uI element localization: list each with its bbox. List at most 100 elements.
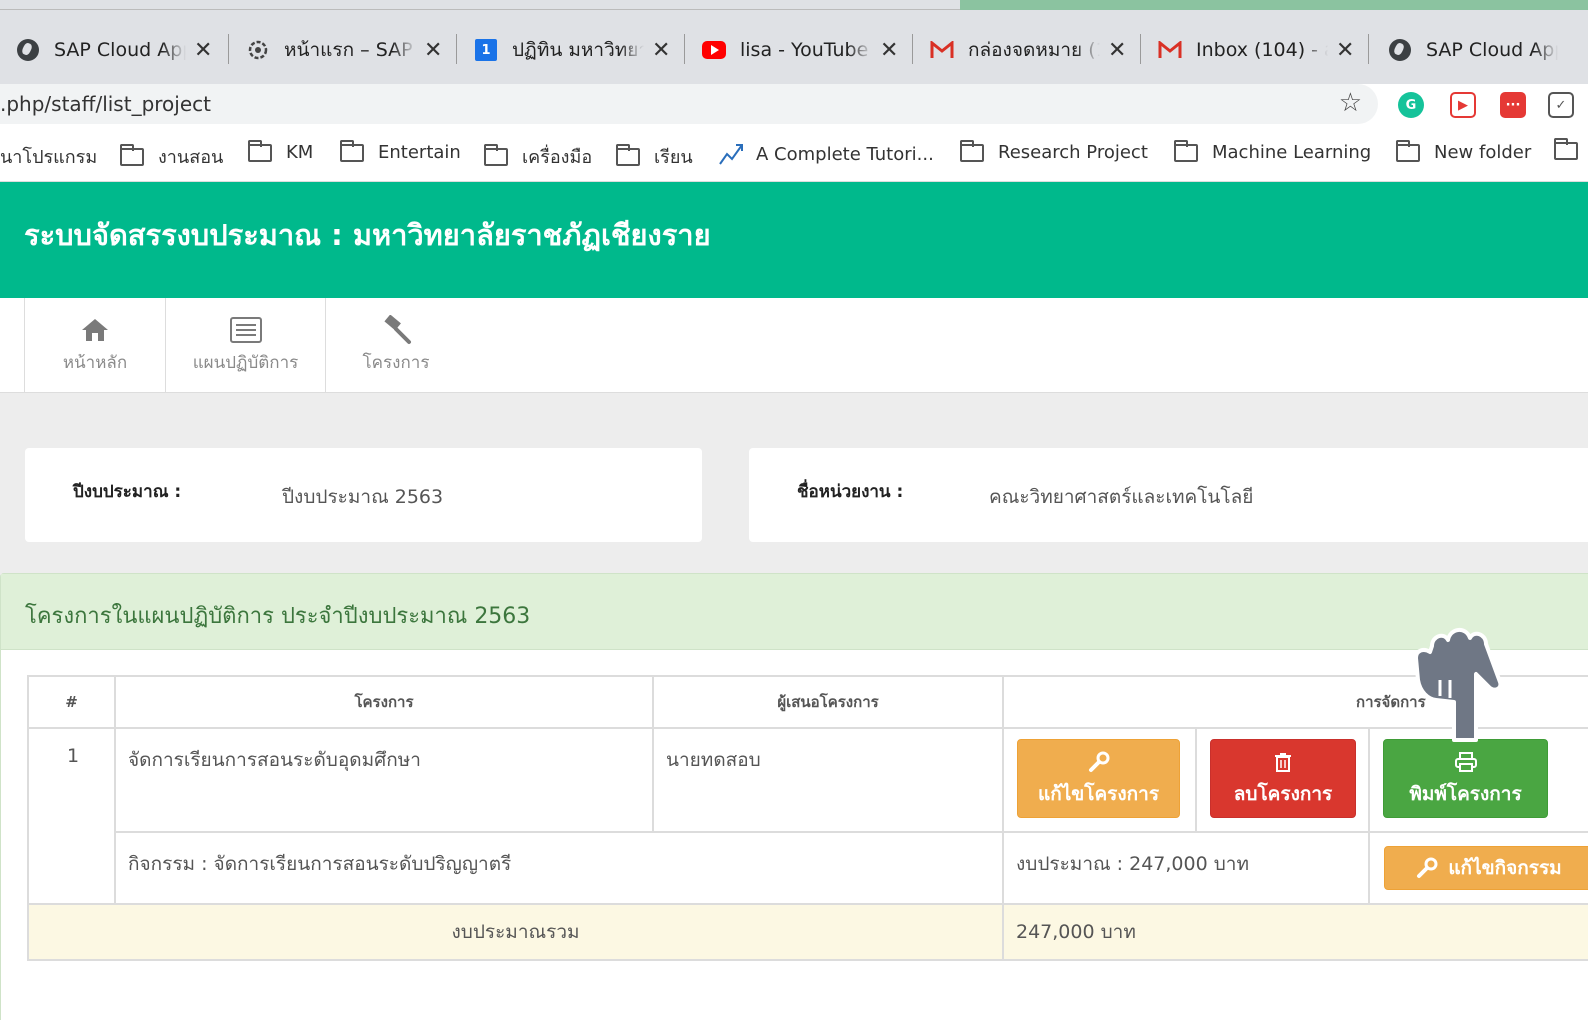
globe-icon <box>16 38 40 62</box>
browser-tab-youtube[interactable]: lisa - YouTube ✕ <box>702 26 898 74</box>
bookmark-folder[interactable]: Entertain <box>340 139 461 163</box>
bookmark-label: Research Project <box>998 142 1148 163</box>
print-project-label: พิมพ์โครงการ <box>1409 782 1522 805</box>
browser-tab-sap-home[interactable]: หน้าแรก – SAP HANA ✕ <box>246 26 442 74</box>
media-extension-icon[interactable]: ▶ <box>1450 92 1476 118</box>
column-header-number: # <box>27 675 116 729</box>
tab-label: SAP Cloud App <box>1426 39 1558 61</box>
gmail-icon <box>930 38 954 62</box>
grammarly-extension-icon[interactable]: G <box>1398 92 1424 118</box>
panel-header: โครงการในแผนปฏิบัติการ ประจำปีงบประมาณ 2… <box>1 574 1588 650</box>
trash-icon <box>1274 749 1292 775</box>
delete-project-button[interactable]: ลบโครงการ <box>1210 739 1356 818</box>
print-project-button[interactable]: พิมพ์โครงการ <box>1383 739 1548 818</box>
bookmark-folder[interactable]: New folder <box>1396 139 1532 163</box>
tab-label: ปฏิทิน มหาวิทยาลัย <box>512 39 644 61</box>
browser-tab-sap-cloud-2[interactable]: SAP Cloud App <box>1388 26 1558 74</box>
bookmark-folder[interactable]: งานสอน <box>120 142 223 171</box>
browser-tab-gmail-th[interactable]: กล่องจดหมาย (1 ✕ <box>930 26 1126 74</box>
pointer-hand-cursor <box>1410 622 1510 747</box>
tab-close-icon[interactable]: ✕ <box>1336 38 1354 63</box>
browser-tab-calendar[interactable]: 1 ปฏิทิน มหาวิทยาลัย ✕ <box>474 26 670 74</box>
printer-icon <box>1454 749 1477 775</box>
nav-item-projects[interactable]: โครงการ <box>326 298 466 392</box>
main-nav: หน้าหลัก แผนปฏิบัติการ โครงการ <box>0 298 1588 393</box>
activity-row: กิจกรรม : จัดการเรียนการสอนระดับปริญญาตร… <box>28 831 1588 905</box>
browser-toolbar: .php/staff/list_project ☆ G ▶ ··· ✓ <box>0 84 1588 128</box>
department-card: ชื่อหน่วยงาน : คณะวิทยาศาสตร์และเทคโนโลย… <box>749 448 1588 542</box>
bookmark-label: New folder <box>1434 142 1532 163</box>
bookmark-label: นาโปรแกรม <box>0 147 98 168</box>
browser-tab-sap-cloud[interactable]: SAP Cloud App ✕ <box>16 26 212 74</box>
nav-label: โครงการ <box>362 352 430 373</box>
edit-project-label: แก้ไขโครงการ <box>1037 782 1160 805</box>
activity-budget: งบประมาณ : 247,000 บาท <box>1002 831 1370 905</box>
bookmark-label: KM <box>286 142 314 163</box>
bookmark-folder[interactable]: Research Project <box>960 139 1148 163</box>
bookmark-label: เรียน <box>654 147 693 168</box>
column-header-proposer: ผู้เสนอโครงการ <box>652 675 1004 729</box>
project-panel: โครงการในแผนปฏิบัติการ ประจำปีงบประมาณ 2… <box>0 573 1588 1020</box>
nav-spacer <box>0 298 25 392</box>
bookmark-label: Machine Learning <box>1212 142 1372 163</box>
app-title: ระบบจัดสรรงบประมาณ : มหาวิทยาลัยราชภัฏเช… <box>24 218 711 252</box>
bookmark-folder-overflow[interactable] <box>1554 138 1588 160</box>
bookmarks-bar: นาโปรแกรม งานสอน KM Entertain เครื่องมือ… <box>0 128 1588 182</box>
department-label: ชื่อหน่วยงาน : <box>797 482 904 502</box>
wrench-icon <box>1416 855 1438 881</box>
tab-separator <box>912 34 913 64</box>
edit-activity-button[interactable]: แก้ไขกิจกรรม <box>1384 846 1588 890</box>
tab-close-icon[interactable]: ✕ <box>194 38 212 63</box>
tab-close-icon[interactable]: ✕ <box>424 38 442 63</box>
bookmark-star-icon[interactable]: ☆ <box>1339 88 1362 118</box>
tab-separator <box>1140 34 1141 64</box>
folder-icon <box>960 139 984 162</box>
tab-label: กล่องจดหมาย (1 <box>968 39 1100 61</box>
pocket-extension-icon[interactable]: ✓ <box>1548 92 1574 118</box>
folder-icon <box>120 143 144 166</box>
browser-tab-strip: SAP Cloud App ✕ หน้าแรก – SAP HANA ✕ 1 ป… <box>0 0 1588 84</box>
nav-item-home[interactable]: หน้าหลัก <box>25 298 166 392</box>
calendar-icon: 1 <box>474 38 498 62</box>
fiscal-year-label: ปีงบประมาณ : <box>73 482 182 502</box>
list-icon <box>229 315 262 345</box>
bookmark-label: A Complete Tutori... <box>756 143 934 165</box>
browser-tab-gmail-inbox[interactable]: Inbox (104) - a ✕ <box>1158 26 1354 74</box>
total-value: 247,000 บาท <box>1002 903 1588 961</box>
panel-title: โครงการในแผนปฏิบัติการ ประจำปีงบประมาณ 2… <box>25 604 531 629</box>
fiscal-year-card: ปีงบประมาณ : ปีงบประมาณ 2563 <box>25 448 702 542</box>
tab-label: หน้าแรก – SAP HANA <box>284 39 416 61</box>
bookmark-item[interactable]: นาโปรแกรม <box>0 142 97 171</box>
bookmark-folder[interactable]: เครื่องมือ <box>484 142 592 171</box>
folder-icon <box>1174 139 1198 162</box>
tab-close-icon[interactable]: ✕ <box>880 38 898 63</box>
dots-extension-icon[interactable]: ··· <box>1500 92 1526 118</box>
bookmark-folder[interactable]: Machine Learning <box>1174 139 1372 163</box>
tab-label: Inbox (104) - a <box>1196 39 1328 61</box>
tab-separator <box>684 34 685 64</box>
wrench-icon <box>1088 749 1110 775</box>
folder-icon <box>1554 138 1578 160</box>
tab-close-icon[interactable]: ✕ <box>652 38 670 63</box>
gavel-icon <box>380 314 412 345</box>
address-url[interactable]: .php/staff/list_project <box>0 92 211 116</box>
folder-icon <box>340 139 364 162</box>
address-bar[interactable]: .php/staff/list_project ☆ <box>0 84 1378 124</box>
tab-label: lisa - YouTube <box>740 39 869 61</box>
bookmark-folder[interactable]: เรียน <box>616 142 693 171</box>
project-table: # โครงการ ผู้เสนอโครงการ การจัดการ 1 จัด… <box>27 675 1588 961</box>
total-row: งบประมาณรวม 247,000 บาท <box>27 903 1588 961</box>
department-value: คณะวิทยาศาสตร์และเทคโนโลยี <box>989 486 1254 508</box>
nav-label: หน้าหลัก <box>62 352 128 373</box>
tab-strip-top-border <box>0 0 960 10</box>
bookmark-link[interactable]: A Complete Tutori... <box>718 142 934 166</box>
bookmark-folder[interactable]: KM <box>248 139 314 163</box>
home-icon <box>80 315 110 345</box>
nav-item-action-plan[interactable]: แผนปฏิบัติการ <box>166 298 326 392</box>
edit-project-button[interactable]: แก้ไขโครงการ <box>1017 739 1180 818</box>
fiscal-year-value: ปีงบประมาณ 2563 <box>282 486 444 508</box>
folder-icon <box>248 139 272 162</box>
gmail-icon <box>1158 38 1182 62</box>
tab-close-icon[interactable]: ✕ <box>1108 38 1126 63</box>
row-number: 1 <box>27 727 116 905</box>
